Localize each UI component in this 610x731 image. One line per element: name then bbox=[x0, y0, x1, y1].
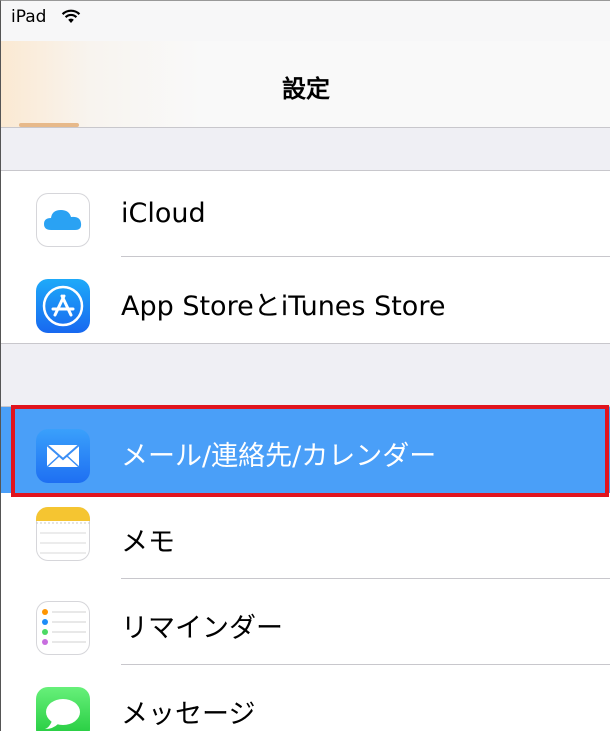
settings-item-reminders[interactable]: リマインダー bbox=[1, 579, 610, 665]
highlight-frame bbox=[11, 405, 609, 497]
navigation-bar: 設定 bbox=[1, 41, 610, 128]
sidebar-peek bbox=[19, 123, 79, 127]
settings-item-label: App StoreとiTunes Store bbox=[121, 291, 446, 322]
messages-icon bbox=[36, 687, 90, 731]
app-store-icon bbox=[36, 279, 90, 333]
carrier-label: iPad bbox=[11, 7, 47, 27]
settings-item-label: iCloud bbox=[121, 198, 206, 229]
notes-icon bbox=[36, 507, 90, 561]
reminders-icon bbox=[36, 601, 90, 655]
settings-item-messages[interactable]: メッセージ bbox=[1, 665, 610, 731]
settings-item-notes[interactable]: メモ bbox=[1, 493, 610, 579]
settings-item-app-store[interactable]: App StoreとiTunes Store bbox=[1, 257, 610, 343]
settings-item-label: リマインダー bbox=[121, 613, 283, 644]
status-bar: iPad bbox=[1, 1, 610, 41]
settings-item-label: メッセージ bbox=[121, 699, 256, 730]
settings-screen: iPad 設定 iCloud App StoreとiTunes Store メー… bbox=[0, 0, 610, 731]
icloud-icon bbox=[36, 193, 90, 247]
settings-item-icloud[interactable]: iCloud bbox=[1, 171, 610, 257]
wifi-icon bbox=[61, 9, 81, 23]
page-title: 設定 bbox=[282, 75, 330, 103]
settings-item-label: メモ bbox=[121, 527, 175, 558]
settings-group-accounts: iCloud App StoreとiTunes Store bbox=[1, 170, 610, 344]
